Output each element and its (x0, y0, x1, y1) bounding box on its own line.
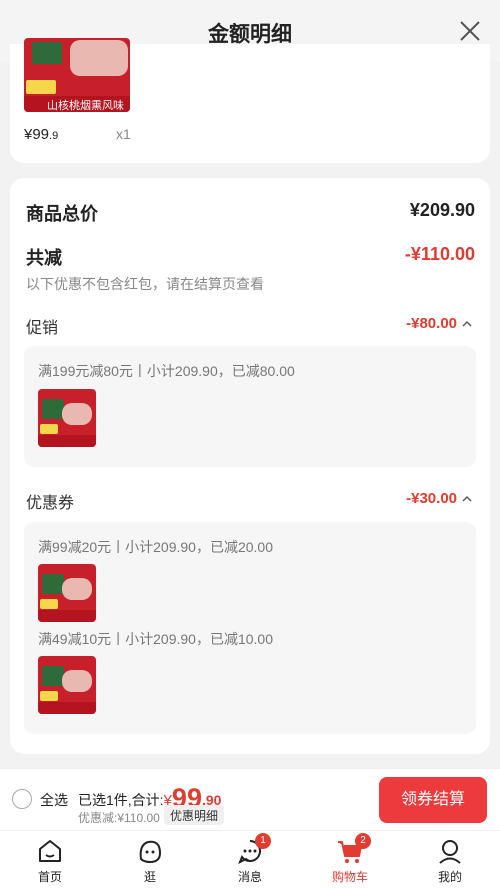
cart-badge: 2 (355, 833, 371, 849)
checkout-bar: 全选 已选1件,合计:¥99.90 优惠减:¥110.00 优惠明细 领券结算 (0, 768, 500, 830)
tab-stroll[interactable]: 逛 (100, 831, 200, 890)
coupon-rule-2: 满49减10元丨小计209.90，已减10.00 (38, 631, 273, 647)
discount-note: 以下优惠不包含红包，请在结算页查看 (26, 276, 264, 292)
tab-profile[interactable]: 我的 (400, 831, 500, 890)
goods-total-value: ¥209.90 (409, 200, 475, 220)
promotion-rule: 满199元减80元丨小计209.90，已减80.00 (38, 363, 295, 379)
chevron-up-icon[interactable] (462, 494, 472, 504)
product-card: 山核桃烟熏风味 ¥99.9 x1 (10, 38, 490, 163)
profile-icon (439, 840, 461, 864)
tab-cart[interactable]: 2 购物车 (300, 831, 400, 890)
message-badge: 1 (255, 833, 271, 849)
checkout-button[interactable]: 领券结算 (379, 777, 487, 823)
close-icon[interactable] (458, 19, 482, 43)
select-all-radio[interactable] (12, 789, 32, 809)
coupon-amount: -¥30.00 (406, 490, 457, 507)
goods-total-label: 商品总价 (26, 204, 98, 224)
product-image: 山核桃烟熏风味 (24, 38, 130, 112)
tab-messages[interactable]: 1 消息 (200, 831, 300, 890)
promotion-title: 促销 (26, 320, 59, 337)
tab-home[interactable]: 首页 (0, 831, 100, 890)
coupon-product-image-1 (38, 564, 96, 622)
promotion-product-image (38, 389, 96, 447)
chevron-up-icon[interactable] (462, 319, 472, 329)
discount-amount: 优惠减:¥110.00 (78, 811, 160, 825)
select-all-label[interactable]: 全选 (40, 790, 68, 810)
promotion-amount: -¥80.00 (406, 315, 457, 332)
product-quantity: x1 (116, 126, 131, 142)
coupon-title: 优惠券 (26, 495, 75, 512)
promotion-box: 满199元减80元丨小计209.90，已减80.00 (24, 346, 476, 467)
reduce-value: -¥110.00 (404, 244, 475, 264)
home-icon (39, 840, 61, 862)
coupon-box: 满99减20元丨小计209.90，已减20.00 满49减10元丨小计209.9… (24, 522, 476, 734)
coupon-product-image-2 (38, 656, 96, 714)
stroll-face-icon (139, 840, 162, 864)
reduce-label: 共减 (26, 248, 62, 268)
coupon-rule-1: 满99减20元丨小计209.90，已减20.00 (38, 539, 273, 555)
product-price: ¥99.9 (24, 126, 59, 143)
tab-bar: 首页 逛 1 消息 2 购物车 我的 (0, 830, 500, 890)
amount-detail-card: 商品总价 ¥209.90 共减 -¥110.00 以下优惠不包含红包，请在结算页… (10, 178, 490, 754)
discount-detail-button[interactable]: 优惠明细 (164, 805, 225, 825)
